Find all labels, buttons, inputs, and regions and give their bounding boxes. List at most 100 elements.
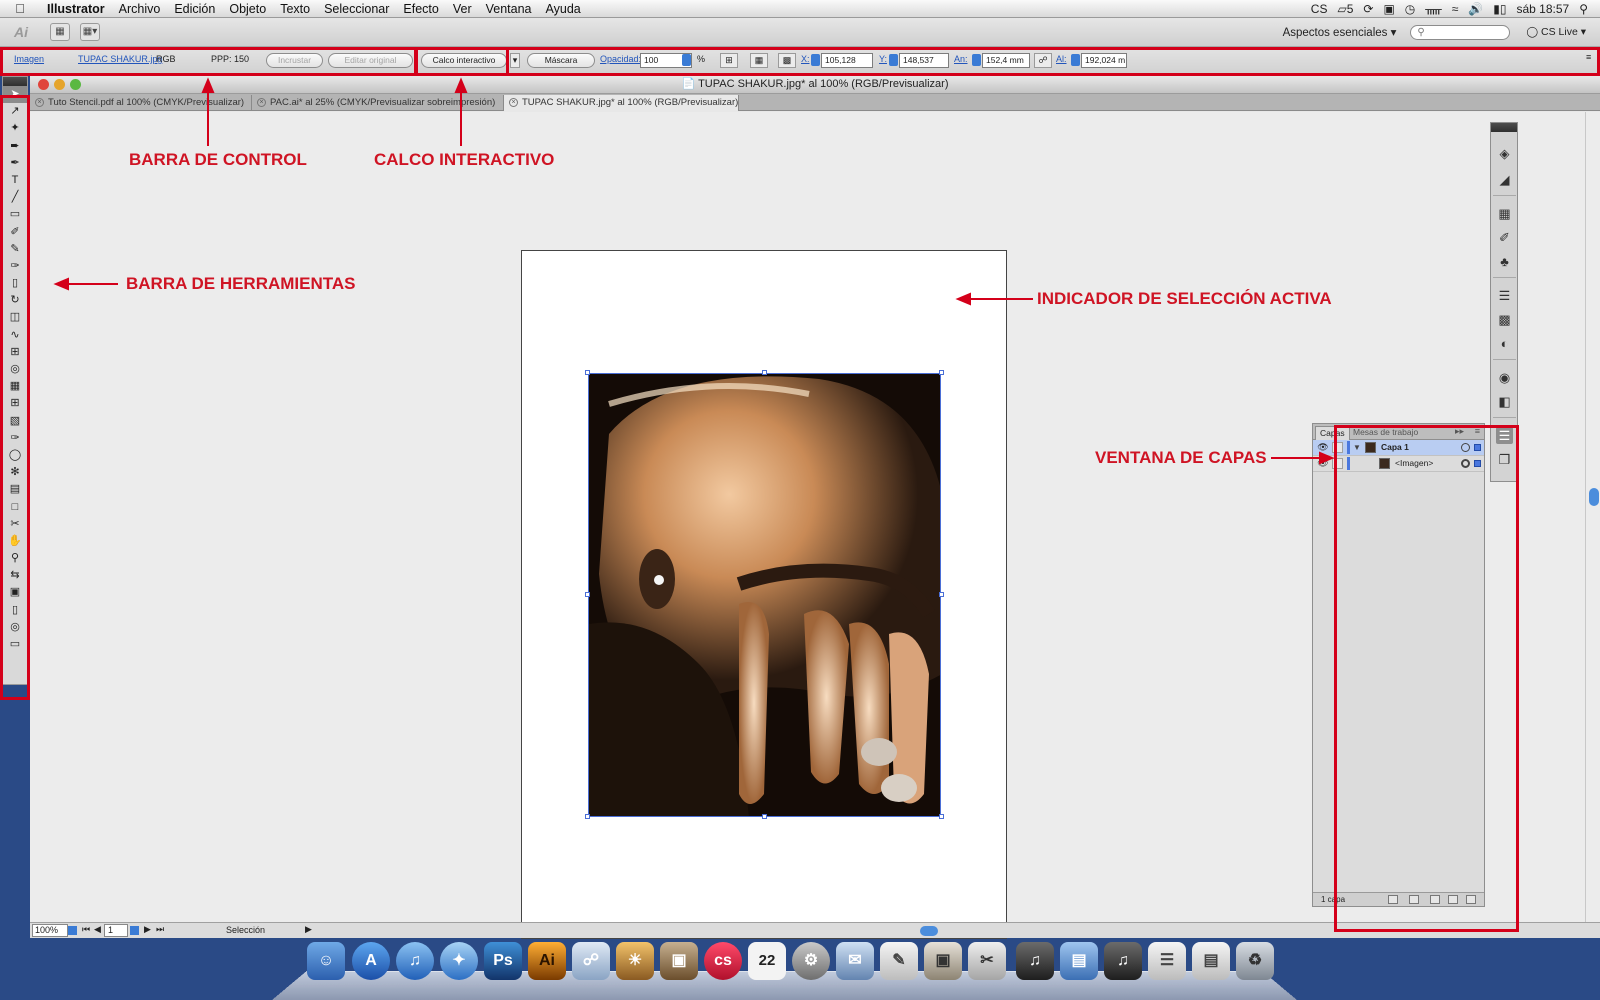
zoom-window-icon[interactable] — [70, 79, 81, 90]
lock-toggle[interactable] — [1332, 442, 1343, 453]
preview-document-icon[interactable]: ▣ — [924, 942, 962, 980]
color-guide-icon[interactable]: ◢ — [1496, 171, 1513, 188]
layer-name[interactable]: Capa 1 — [1381, 440, 1409, 455]
appearance-panel-icon[interactable]: ◉ — [1496, 369, 1513, 386]
photos-icon[interactable]: ▣ — [660, 942, 698, 980]
blob-brush-tool-icon[interactable]: ✑ — [3, 258, 27, 275]
symbol-sprayer-tool-icon[interactable]: ✻ — [3, 464, 27, 481]
placed-image[interactable] — [588, 373, 941, 817]
y-stepper-icon[interactable] — [889, 54, 898, 66]
slice-tool-icon[interactable]: ✂ — [3, 516, 27, 533]
layer-row-capa-1[interactable]: 👁 ▼ Capa 1 — [1313, 440, 1484, 456]
free-transform-tool-icon[interactable]: ⊞ — [3, 344, 27, 361]
object-target-icon[interactable] — [1461, 459, 1470, 468]
menu-ventana[interactable]: Ventana — [479, 2, 539, 16]
object-type-link[interactable]: Imagen — [14, 54, 44, 64]
tab-pac[interactable]: × PAC.ai* al 25% (CMYK/Previsualizar sobr… — [252, 95, 504, 111]
reference-point-icon[interactable]: ⊞ — [720, 53, 738, 68]
wifi-icon[interactable]: ≈ — [1452, 2, 1459, 16]
next-artboard-icon[interactable]: ▶ — [144, 924, 151, 935]
line-tool-icon[interactable]: ╱ — [3, 189, 27, 206]
symbols-panel-icon[interactable]: ♣ — [1496, 253, 1513, 270]
align-selection-icon[interactable]: ▦ — [750, 53, 768, 68]
menu-seleccionar[interactable]: Seleccionar — [317, 2, 396, 16]
selection-handle-nw[interactable] — [585, 370, 590, 375]
menu-archivo[interactable]: Archivo — [112, 2, 168, 16]
x-label[interactable]: X: — [801, 54, 810, 64]
vertical-scroll-thumb[interactable] — [1589, 488, 1599, 506]
swap-colors-icon[interactable]: ⇆ — [3, 567, 27, 584]
selection-handle-ne[interactable] — [939, 370, 944, 375]
tools-panel-header[interactable] — [3, 77, 27, 86]
artboard-tool-icon[interactable]: □ — [3, 499, 27, 516]
vertical-scrollbar[interactable] — [1585, 112, 1600, 922]
apple-menu-icon[interactable]:  — [0, 1, 40, 16]
embed-button[interactable]: Incrustar — [266, 53, 323, 68]
volume-icon[interactable]: 🔊 — [1468, 2, 1483, 16]
illustrator-icon[interactable]: Ai — [528, 942, 566, 980]
lasso-tool-icon[interactable]: ➨ — [3, 138, 27, 155]
stroke-panel-icon[interactable]: ☰ — [1496, 287, 1513, 304]
adobe-updates-icon[interactable]: ▱5 — [1337, 2, 1353, 16]
collapse-panel-icon[interactable]: ▸▸ — [1455, 426, 1464, 437]
color-mode-icon[interactable]: ▯ — [3, 602, 27, 619]
magic-wand-tool-icon[interactable]: ✦ — [3, 120, 27, 137]
transparency-panel-icon[interactable]: ◐ — [1496, 335, 1513, 352]
spotlight-icon[interactable]: ⚲ — [1579, 2, 1588, 16]
tab-close-icon[interactable]: × — [35, 98, 44, 107]
artboard-dropdown-icon[interactable] — [130, 926, 139, 935]
menu-ver[interactable]: Ver — [446, 2, 479, 16]
visibility-eye-icon[interactable]: 👁 — [1317, 442, 1329, 453]
menu-objeto[interactable]: Objeto — [222, 2, 273, 16]
tab-close-icon[interactable]: × — [509, 98, 518, 107]
artboards-panel-icon[interactable]: ❐ — [1496, 451, 1513, 468]
pencil-tool-icon[interactable]: ✎ — [3, 241, 27, 258]
type-tool-icon[interactable]: T — [3, 172, 27, 189]
graphic-styles-icon[interactable]: ◧ — [1496, 393, 1513, 410]
mask-button[interactable]: Máscara — [527, 53, 595, 68]
width-label[interactable]: An: — [954, 54, 968, 64]
selection-handle-s[interactable] — [762, 814, 767, 819]
mail-icon[interactable]: ✉ — [836, 942, 874, 980]
tab-close-icon[interactable]: × — [257, 98, 266, 107]
dock-header[interactable] — [1491, 123, 1517, 132]
tab-tupac-shakur[interactable]: × TUPAC SHAKUR.jpg* al 100% (RGB/Previsua… — [504, 95, 739, 111]
bluetooth-icon[interactable]: ᚅ — [1425, 2, 1441, 16]
selection-handle-sw[interactable] — [585, 814, 590, 819]
edit-original-button[interactable]: Editar original — [328, 53, 413, 68]
system-preferences-icon[interactable]: ⚙ — [792, 942, 830, 980]
music-icon[interactable]: ♫ — [1016, 942, 1054, 980]
height-label[interactable]: Al: — [1056, 54, 1067, 64]
close-window-icon[interactable] — [38, 79, 49, 90]
last-artboard-icon[interactable]: ⏭ — [156, 924, 164, 935]
horizontal-scroll-thumb[interactable] — [920, 926, 938, 936]
tab-artboards[interactable]: Mesas de trabajo — [1349, 426, 1422, 440]
transform-icon[interactable]: ▩ — [778, 53, 796, 68]
object-selection-indicator[interactable] — [1474, 460, 1481, 467]
menu-edicion[interactable]: Edición — [167, 2, 222, 16]
layers-panel-icon[interactable]: ☰ — [1496, 427, 1513, 444]
bridge-button[interactable]: ▦ — [50, 23, 70, 41]
artboard-number-field[interactable]: 1 — [104, 924, 128, 937]
cs-live-button[interactable]: ◯ CS Live ▾ — [1526, 26, 1586, 38]
battery-icon[interactable]: ▮▯ — [1493, 2, 1506, 16]
mesh-tool-icon[interactable]: ⊞ — [3, 395, 27, 412]
screen-mode-icon[interactable]: ▭ — [3, 636, 27, 653]
lastfm-icon[interactable]: cs — [704, 942, 742, 980]
menu-efecto[interactable]: Efecto — [396, 2, 445, 16]
trash-icon[interactable]: ♻ — [1236, 942, 1274, 980]
zoom-dropdown-icon[interactable] — [68, 926, 77, 935]
iphoto-icon[interactable]: ☀ — [616, 942, 654, 980]
blend-tool-icon[interactable]: ◯ — [3, 447, 27, 464]
paintbrush-tool-icon[interactable]: ✐ — [3, 224, 27, 241]
eraser-tool-icon[interactable]: ▯ — [3, 275, 27, 292]
control-panel-menu-icon[interactable]: ≡ — [1586, 52, 1591, 62]
brushes-panel-icon[interactable]: ✐ — [1496, 229, 1513, 246]
width-input[interactable]: 152,4 mm — [982, 53, 1030, 68]
arrange-documents-button[interactable]: ▦▾ — [80, 23, 100, 41]
hand-tool-icon[interactable]: ✋ — [3, 533, 27, 550]
preview-icon[interactable]: ☍ — [572, 942, 610, 980]
draw-mode-icon[interactable]: ◎ — [3, 619, 27, 636]
swatches-panel-icon[interactable]: ▦ — [1496, 205, 1513, 222]
color-panel-icon[interactable]: ◈ — [1496, 145, 1513, 162]
